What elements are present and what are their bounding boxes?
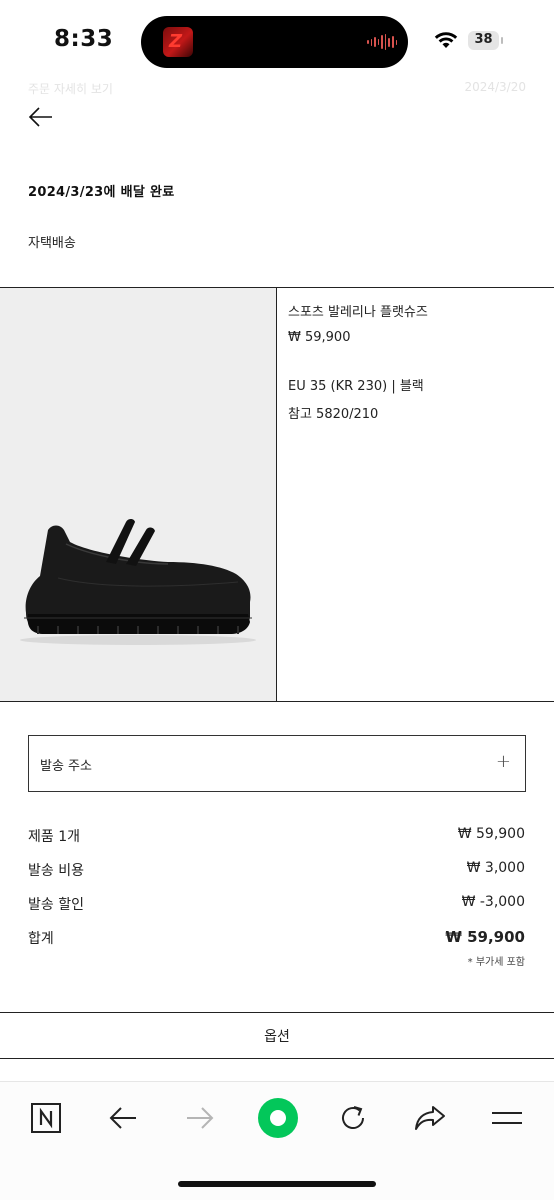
status-bar: 8:33 Z 38 — [0, 0, 554, 80]
battery-icon: 38 — [468, 31, 499, 50]
product-name[interactable]: 스포츠 발레리나 플랫슈즈 — [288, 301, 428, 320]
naver-home-icon[interactable] — [26, 1098, 66, 1138]
status-time: 8:33 — [54, 26, 114, 52]
summary-row-products: 제품 1개 ₩ 59,900 — [28, 826, 525, 846]
dynamic-island[interactable]: Z — [141, 16, 408, 68]
product-variant: EU 35 (KR 230) | 블랙 — [288, 379, 424, 394]
shipping-address-label: 발송 주소 — [40, 759, 92, 774]
summary-label: 합계 — [28, 931, 54, 947]
summary-label: 발송 비용 — [28, 863, 84, 879]
audio-waveform-icon — [367, 33, 398, 51]
product-price: ₩ 59,900 — [288, 330, 351, 345]
summary-label: 제품 1개 — [28, 829, 80, 845]
battery-level: 38 — [474, 32, 493, 47]
now-playing-icon: Z — [163, 27, 193, 57]
reload-icon[interactable] — [333, 1098, 373, 1138]
forward-icon[interactable] — [180, 1098, 220, 1138]
summary-total-value: ₩ 59,900 — [445, 928, 525, 946]
share-icon[interactable] — [410, 1098, 450, 1138]
product-card[interactable]: 스포츠 발레리나 플랫슈즈 ₩ 59,900 EU 35 (KR 230) | … — [0, 287, 554, 702]
summary-row-total: 합계 ₩ 59,900 — [28, 928, 525, 948]
vat-note: * 부가세 포함 — [467, 957, 525, 968]
product-image[interactable] — [0, 288, 277, 701]
menu-icon[interactable] — [487, 1098, 527, 1138]
summary-value: ₩ 3,000 — [466, 860, 525, 876]
home-indicator[interactable] — [178, 1181, 376, 1187]
summary-row-shipping-cost: 발송 비용 ₩ 3,000 — [28, 860, 525, 880]
plus-icon[interactable]: + — [496, 751, 511, 772]
delivery-method: 자택배송 — [28, 236, 76, 251]
summary-row-shipping-discount: 발송 할인 ₩ -3,000 — [28, 894, 525, 914]
back-arrow-icon[interactable] — [28, 105, 54, 129]
options-button[interactable]: 옵션 — [0, 1012, 554, 1059]
back-icon[interactable] — [103, 1098, 143, 1138]
wifi-icon — [434, 32, 458, 48]
product-reference: 참고 5820/210 — [288, 407, 379, 422]
shipping-address-toggle[interactable]: 발송 주소 + — [28, 735, 526, 792]
battery-cap — [501, 37, 503, 44]
green-dot-icon[interactable] — [256, 1096, 300, 1140]
shoe-image — [20, 519, 256, 645]
summary-value: ₩ 59,900 — [457, 826, 525, 842]
summary-label: 발송 할인 — [28, 897, 84, 913]
summary-value: ₩ -3,000 — [461, 894, 525, 910]
scrolled-order-date: 2024/3/20 — [464, 80, 526, 94]
delivery-status: 2024/3/23에 배달 완료 — [28, 185, 175, 200]
scrolled-page-title: 주문 자세히 보기 — [28, 82, 113, 96]
options-label: 옵션 — [264, 1029, 290, 1045]
